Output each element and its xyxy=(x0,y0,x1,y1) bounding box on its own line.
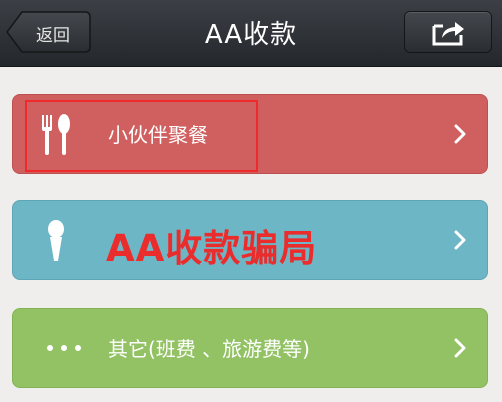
option-label-other: 其它(班费 、旅游费等) xyxy=(108,337,310,361)
microphone-icon xyxy=(48,220,64,261)
chevron-right-icon xyxy=(454,230,466,250)
option-row-other[interactable]: 其它(班费 、旅游费等) xyxy=(12,308,488,388)
overlay-caption: AA收款骗局 xyxy=(106,227,318,270)
share-button[interactable] xyxy=(404,11,492,53)
share-icon xyxy=(432,22,464,46)
more-dots-icon xyxy=(47,345,81,351)
chevron-right-icon xyxy=(454,124,466,144)
top-navigation-bar: 返回 AA收款 xyxy=(0,0,502,67)
highlight-box xyxy=(25,100,258,172)
chevron-right-icon xyxy=(454,338,466,358)
